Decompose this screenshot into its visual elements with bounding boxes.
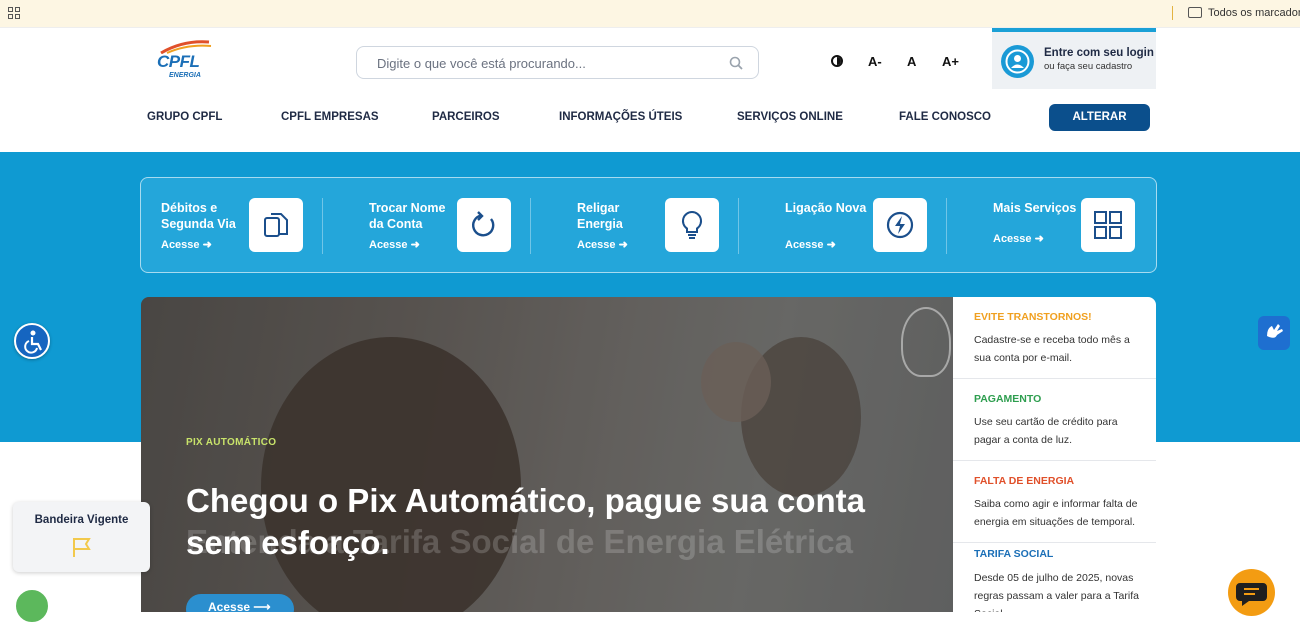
side-item-text: Cadastre-se e receba todo mês a sua cont… [974, 334, 1130, 364]
search-placeholder: Digite o que você está procurando... [377, 56, 586, 71]
side-item-pagamento[interactable]: PAGAMENTO Use seu cartão de crédito para… [953, 379, 1156, 461]
sign-language-icon[interactable] [1258, 316, 1290, 350]
divider [738, 198, 739, 254]
bandeira-vigente-widget[interactable]: Bandeira Vigente [13, 502, 150, 572]
accessibility-icon[interactable] [14, 323, 50, 359]
side-item-text: Desde 05 de julho de 2025, novas regras … [974, 572, 1139, 612]
divider [530, 198, 531, 254]
side-item-falta-de-energia[interactable]: FALTA DE ENERGIA Saiba como agir e infor… [953, 461, 1156, 543]
grid-icon [1081, 198, 1135, 252]
login-subtitle: ou faça seu cadastro [1044, 61, 1133, 72]
quick-service-title: Trocar Nome da Conta [369, 201, 446, 231]
banner-title: Chegou o Pix Automático, pague sua conta… [186, 482, 866, 561]
documents-icon [249, 198, 303, 252]
quick-service-mais-servicos[interactable]: Mais Serviços Acesse ➜ [973, 178, 1178, 274]
nav-cpfl-empresas[interactable]: CPFL EMPRESAS [281, 111, 379, 123]
side-item-tarifa-social[interactable]: TARIFA SOCIAL Desde 05 de julho de 2025,… [953, 543, 1156, 612]
side-highlights: EVITE TRANSTORNOS! Cadastre-se e receba … [953, 297, 1156, 612]
font-decrease-button[interactable]: A- [868, 54, 882, 69]
chat-icon[interactable] [1228, 569, 1275, 616]
font-default-button[interactable]: A [907, 54, 916, 69]
bandeira-label: Bandeira Vigente [34, 514, 129, 526]
side-item-text: Saiba como agir e informar falta de ener… [974, 498, 1138, 528]
user-avatar-icon [1001, 45, 1034, 78]
quick-service-title: Ligação Nova [785, 201, 867, 215]
lightbulb-icon [665, 198, 719, 252]
divider [322, 198, 323, 254]
nav-parceiros[interactable]: PARCEIROS [432, 111, 500, 123]
lightning-icon [873, 198, 927, 252]
contrast-icon[interactable] [831, 55, 843, 67]
alterar-cidade-button[interactable]: ALTERAR CIDADE [1049, 104, 1150, 150]
quick-services-bar: Débitos e Segunda Via Acesse ➜ Trocar No… [140, 177, 1157, 273]
quick-service-title: Débitos e Segunda Via [161, 201, 236, 231]
bulb-illustration-icon [901, 307, 951, 377]
quick-service-link[interactable]: Acesse ➜ [993, 232, 1044, 245]
nav-fale-conosco[interactable]: FALE CONOSCO [899, 111, 991, 123]
banner-acesse-button[interactable]: Acesse ⟶ [186, 594, 294, 612]
nav-grupo-cpfl[interactable]: GRUPO CPFL [147, 111, 222, 123]
banner-overlay [141, 297, 953, 612]
quick-service-link[interactable]: Acesse ➜ [161, 238, 212, 251]
bookmarks-separator [1172, 6, 1173, 20]
nav-servicos-online[interactable]: SERVIÇOS ONLINE [737, 111, 843, 123]
quick-service-debitos[interactable]: Débitos e Segunda Via Acesse ➜ [141, 178, 346, 274]
nav-informacoes-uteis[interactable]: INFORMAÇÕES ÚTEIS [559, 111, 682, 123]
side-item-heading: TARIFA SOCIAL [974, 548, 1054, 560]
login-title: Entre com seu login [1044, 47, 1154, 59]
cpfl-logo[interactable]: CPFL ENERGIA [155, 40, 215, 84]
logo-subtext: ENERGIA [169, 72, 201, 79]
banner-eyebrow: PIX AUTOMÁTICO [186, 437, 277, 448]
quick-service-trocar-nome[interactable]: Trocar Nome da Conta Acesse ➜ [349, 178, 554, 274]
search-icon[interactable] [729, 56, 743, 70]
refresh-icon [457, 198, 511, 252]
side-item-heading: PAGAMENTO [974, 393, 1042, 405]
divider [946, 198, 947, 254]
quick-service-link[interactable]: Acesse ➜ [369, 238, 420, 251]
font-increase-button[interactable]: A+ [942, 54, 959, 69]
assistant-icon[interactable] [14, 588, 50, 624]
quick-service-link[interactable]: Acesse ➜ [577, 238, 628, 251]
side-item-heading: FALTA DE ENERGIA [974, 475, 1075, 487]
quick-service-religar[interactable]: Religar Energia Acesse ➜ [557, 178, 762, 274]
login-button[interactable]: Entre com seu login ou faça seu cadastro [992, 28, 1156, 89]
side-item-text: Use seu cartão de crédito para pagar a c… [974, 416, 1118, 446]
search-input[interactable]: Digite o que você está procurando... [356, 46, 759, 79]
site-header: CPFL ENERGIA Digite o que você está proc… [0, 28, 1300, 152]
side-item-evite-transtornos[interactable]: EVITE TRANSTORNOS! Cadastre-se e receba … [953, 297, 1156, 379]
quick-service-link[interactable]: Acesse ➜ [785, 238, 836, 251]
side-item-heading: EVITE TRANSTORNOS! [974, 311, 1092, 323]
quick-service-title: Religar Energia [577, 201, 623, 231]
quick-service-title: Mais Serviços [993, 201, 1077, 215]
hero-banner[interactable]: PIX AUTOMÁTICO Entenda a Tarifa Social d… [141, 297, 953, 612]
all-bookmarks-link[interactable]: Todos os marcadores [1208, 7, 1300, 19]
folder-icon[interactable] [1188, 7, 1202, 18]
logo-text: CPFL [157, 52, 200, 71]
flag-icon [73, 538, 91, 557]
apps-grid-icon[interactable] [8, 7, 20, 19]
quick-service-ligacao-nova[interactable]: Ligação Nova Acesse ➜ [765, 178, 970, 274]
bookmarks-bar: Todos os marcadores [0, 0, 1300, 28]
